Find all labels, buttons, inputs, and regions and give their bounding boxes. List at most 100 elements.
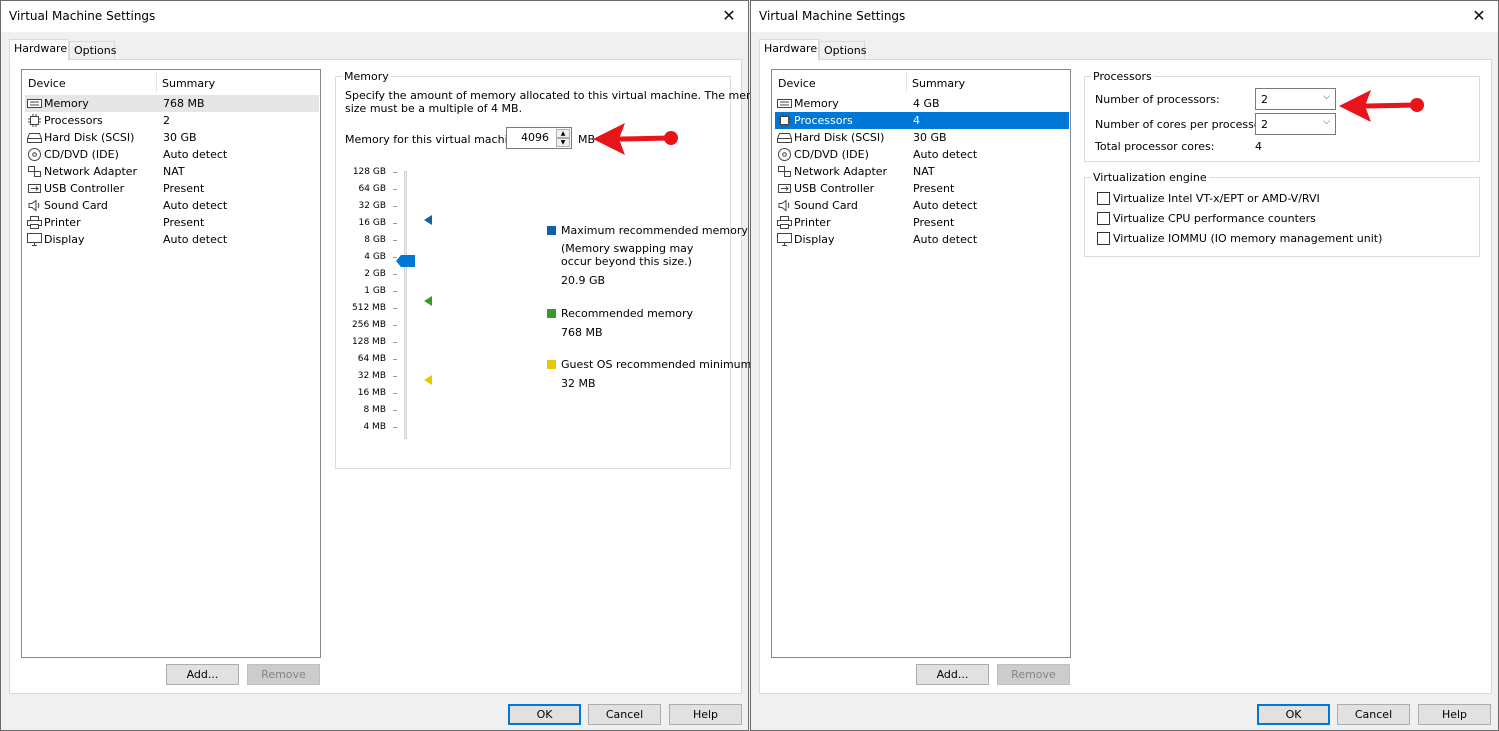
device-name: USB Controller [44,182,125,195]
device-name: Network Adapter [794,165,888,178]
sound-card-icon [27,199,42,212]
tab-options[interactable]: Options [69,41,116,60]
chevron-down-icon: ⌵ [1323,117,1330,127]
remove-button[interactable]: Remove [997,664,1070,685]
cancel-button[interactable]: Cancel [1337,704,1410,725]
hardware-tab-panel: Device Summary Memory 4 GB Processors 4 Hard… [759,59,1492,694]
help-button[interactable]: Help [1418,704,1491,725]
cores-per-processor-select[interactable]: 2 ⌵ [1255,113,1336,135]
device-row-hard-disk-scsi[interactable]: Hard Disk (SCSI) 30 GB [25,129,319,146]
network-adapter-icon [777,165,792,178]
device-list-header: Device Summary [772,70,1070,94]
memory-scale-tick [393,325,397,326]
device-summary: 768 MB [163,97,205,110]
device-row-processors[interactable]: Processors 2 [25,112,319,129]
iommu-label[interactable]: Virtualize IOMMU (IO memory management u… [1113,232,1382,245]
memory-slider-thumb[interactable] [396,255,416,267]
device-column-header[interactable]: Device [778,77,816,90]
max-recommended-value: 20.9 GB [561,274,606,287]
num-processors-select[interactable]: 2 ⌵ [1255,88,1336,110]
device-list[interactable]: Device Summary Memory 768 MB Processors 2 Ha… [21,69,321,658]
device-row-cd-dvd-ide[interactable]: CD/DVD (IDE) Auto detect [775,146,1069,163]
close-icon[interactable]: ✕ [1466,3,1492,29]
device-row-memory[interactable]: Memory 768 MB [25,95,319,112]
device-row-display[interactable]: Display Auto detect [775,231,1069,248]
memory-scale-label: 8 GB [364,235,386,245]
memory-scale-tick [393,291,397,292]
max-recommended-marker-icon [424,215,432,225]
device-row-display[interactable]: Display Auto detect [25,231,319,248]
device-row-printer[interactable]: Printer Present [25,214,319,231]
tab-hardware[interactable]: Hardware [9,39,69,61]
memory-scale-label: 64 GB [358,184,386,194]
ok-button[interactable]: OK [508,704,581,725]
device-summary: 4 GB [913,97,940,110]
vtx-checkbox[interactable] [1097,192,1110,205]
cancel-button[interactable]: Cancel [588,704,661,725]
tab-options[interactable]: Options [819,41,866,60]
memory-group-title: Memory [342,70,391,83]
memory-scale-tick [393,189,397,190]
help-button[interactable]: Help [669,704,742,725]
memory-scale-tick [393,410,397,411]
device-summary: Auto detect [913,148,978,161]
memory-icon [27,97,42,110]
summary-column-header[interactable]: Summary [912,77,965,90]
cpu-counters-label[interactable]: Virtualize CPU performance counters [1113,212,1316,225]
device-row-sound-card[interactable]: Sound Card Auto detect [775,197,1069,214]
device-column-header[interactable]: Device [28,77,66,90]
max-recommended-note-line1: (Memory swapping may [561,242,694,255]
memory-scale-label: 128 MB [352,337,386,347]
device-summary: 2 [163,114,170,127]
device-row-usb-controller[interactable]: USB Controller Present [25,180,319,197]
iommu-checkbox[interactable] [1097,232,1110,245]
device-name: Memory [44,97,89,110]
device-list[interactable]: Device Summary Memory 4 GB Processors 4 Hard… [771,69,1071,658]
recommended-label: Recommended memory [561,307,694,320]
device-row-network-adapter[interactable]: Network Adapter NAT [775,163,1069,180]
cd-dvd-icon [27,148,42,161]
spin-up-icon[interactable]: ▲ [556,129,570,138]
minimum-marker-icon [424,375,432,385]
memory-slider-track[interactable] [404,171,407,439]
device-summary: 4 [913,114,920,127]
network-adapter-icon [27,165,42,178]
add-button[interactable]: Add... [166,664,239,685]
cd-dvd-icon [777,148,792,161]
memory-value[interactable]: 4096 [521,131,549,144]
device-row-usb-controller[interactable]: USB Controller Present [775,180,1069,197]
device-row-sound-card[interactable]: Sound Card Auto detect [25,197,319,214]
memory-size-spinbox[interactable]: 4096 ▲ ▼ [506,127,572,149]
cpu-counters-checkbox[interactable] [1097,212,1110,225]
device-row-printer[interactable]: Printer Present [775,214,1069,231]
virtualization-engine-group: Virtualization engine Virtualize Intel V… [1084,171,1480,257]
device-name: USB Controller [794,182,875,195]
memory-scale-label: 512 MB [352,303,386,313]
minimum-swatch-icon [547,360,556,369]
tab-hardware[interactable]: Hardware [759,39,819,61]
ok-button[interactable]: OK [1257,704,1330,725]
max-recommended-label: Maximum recommended memory [561,224,748,237]
spin-down-icon[interactable]: ▼ [556,138,570,147]
device-row-memory[interactable]: Memory 4 GB [775,95,1069,112]
summary-column-header[interactable]: Summary [162,77,215,90]
memory-scale-tick [393,274,397,275]
memory-scale-label: 16 GB [358,218,386,228]
vtx-label[interactable]: Virtualize Intel VT-x/EPT or AMD-V/RVI [1113,192,1320,205]
annotation-arrow-icon [1339,90,1424,122]
device-row-processors[interactable]: Processors 4 [775,112,1069,129]
window-title: Virtual Machine Settings [759,9,906,23]
device-row-hard-disk-scsi[interactable]: Hard Disk (SCSI) 30 GB [775,129,1069,146]
add-button[interactable]: Add... [916,664,989,685]
processors-group-title: Processors [1091,70,1154,83]
memory-scale-tick [393,393,397,394]
device-name: CD/DVD (IDE) [794,148,869,161]
device-name: Sound Card [44,199,108,212]
device-summary: 30 GB [163,131,197,144]
memory-scale-label: 16 MB [357,388,386,398]
minimum-value: 32 MB [561,377,596,390]
close-icon[interactable]: ✕ [716,3,742,29]
device-row-network-adapter[interactable]: Network Adapter NAT [25,163,319,180]
remove-button[interactable]: Remove [247,664,320,685]
device-row-cd-dvd-ide[interactable]: CD/DVD (IDE) Auto detect [25,146,319,163]
